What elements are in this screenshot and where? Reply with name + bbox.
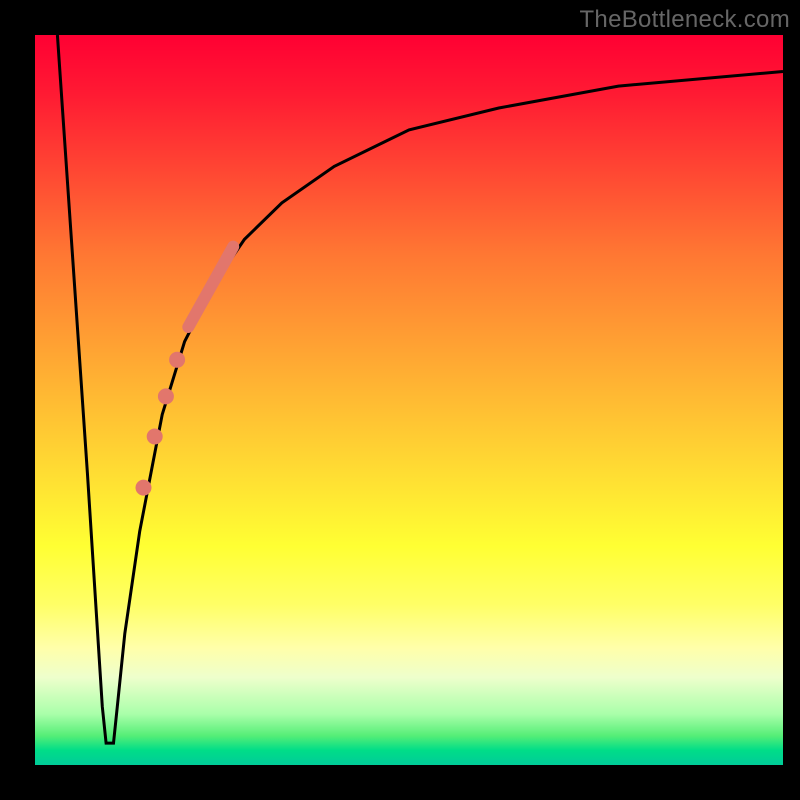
highlighted-range-path bbox=[188, 247, 233, 327]
watermark-text: TheBottleneck.com bbox=[579, 6, 790, 34]
highlighted-dot bbox=[158, 388, 174, 404]
plot-area bbox=[35, 35, 783, 765]
highlighted-dot bbox=[169, 352, 185, 368]
highlighted-dot bbox=[147, 429, 163, 445]
curve-svg bbox=[35, 35, 783, 765]
highlighted-dot bbox=[136, 480, 152, 496]
highlighted-range bbox=[188, 247, 233, 327]
chart-frame: TheBottleneck.com bbox=[0, 0, 800, 800]
